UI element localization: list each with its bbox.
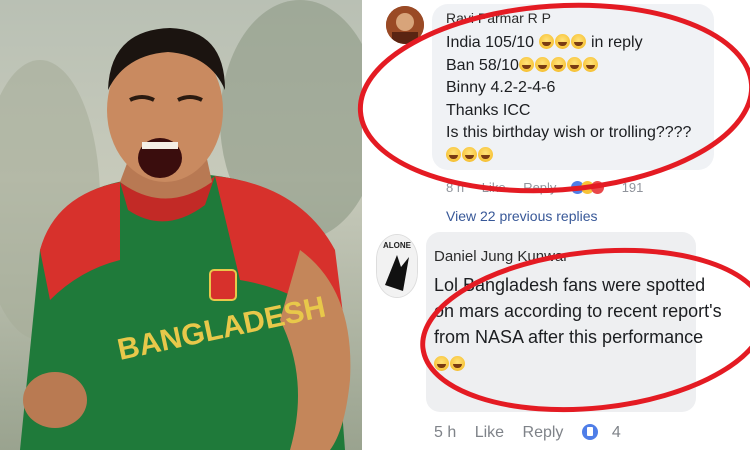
like-link[interactable]: Like (475, 424, 504, 441)
emoji-icon (550, 56, 566, 72)
comment-line: India 105/10 in reply (446, 34, 643, 51)
emoji-icon (554, 34, 570, 49)
emoji-icon (534, 56, 550, 72)
comment-time[interactable]: 5 h (434, 424, 456, 441)
emoji-icon (462, 146, 477, 162)
comment-line: Binny 4.2-2-4-6 (446, 79, 556, 96)
emoji-icon (446, 146, 461, 162)
comment-line (446, 145, 691, 168)
comment-line: Thanks ICC (446, 101, 531, 119)
comment-meta: 8 h Like Reply 191 (446, 180, 657, 197)
comment-bubble: Daniel Jung Kunwar Lol Bangladesh fans w… (426, 232, 722, 412)
reactions-icon[interactable] (571, 181, 605, 197)
emoji-icon (518, 56, 534, 72)
comment-line: Is this birthday wish or trolling???? (446, 124, 692, 141)
comment-line: Lol Bangladesh fans were spotted (434, 275, 706, 295)
avatar-text: ALONE (383, 241, 412, 250)
like-link[interactable]: Like (482, 180, 506, 195)
comment-line (434, 350, 722, 376)
comment-author[interactable]: Ravi Parmar R P (446, 10, 551, 26)
avatar[interactable]: ALONE (376, 234, 418, 298)
view-previous-replies-link[interactable]: View 22 previous replies (446, 208, 598, 224)
emoji-icon (538, 34, 554, 49)
emoji-icon (478, 146, 493, 162)
like-reaction-icon[interactable] (581, 424, 598, 440)
comment-meta: 5 h Like Reply 4 (434, 424, 635, 442)
comment-bubble: Ravi Parmar R P India 105/10 in reply Ba… (432, 4, 714, 170)
comment-line: from NASA after this performance (434, 327, 704, 347)
emoji-icon (582, 56, 598, 72)
emoji-icon (566, 56, 582, 72)
reply-link[interactable]: Reply (523, 180, 556, 195)
reaction-count[interactable]: 191 (622, 180, 644, 195)
comment-line: Ban 58/10 (446, 55, 691, 78)
avatar[interactable] (386, 6, 424, 44)
emoji-icon (450, 356, 465, 371)
comment-line: on mars according to recent report's (434, 301, 722, 321)
reply-link[interactable]: Reply (523, 424, 564, 441)
comment-author[interactable]: Daniel Jung Kunwar (434, 248, 568, 265)
cricketer-photo: BANGLADESH (0, 0, 362, 450)
like-count[interactable]: 4 (612, 424, 621, 441)
comment-text: Lol Bangladesh fans were spotted on mars… (434, 272, 722, 376)
emoji-icon (570, 34, 586, 49)
comment-text: India 105/10 in reply Ban 58/10 Binny 4.… (446, 32, 691, 167)
comment-time[interactable]: 8 h (446, 180, 464, 195)
emoji-icon (434, 356, 449, 371)
